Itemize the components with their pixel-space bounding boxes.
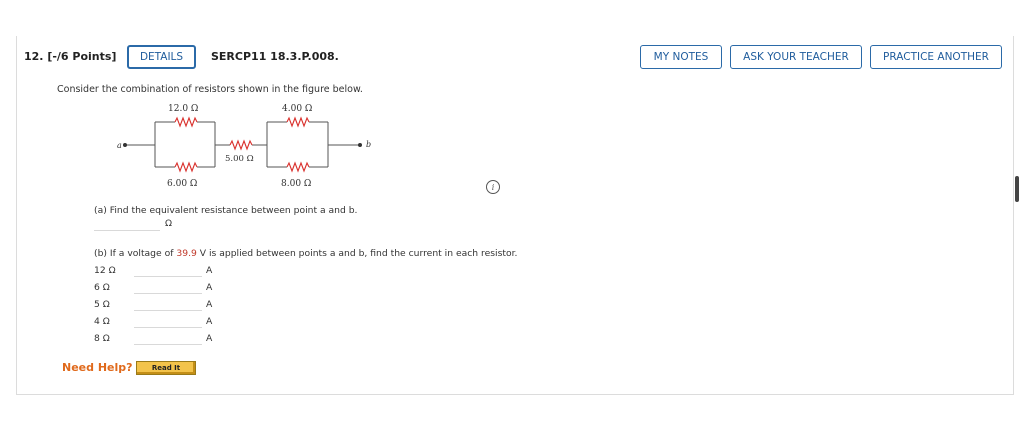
- resistor-label-4: 4 Ω: [94, 316, 110, 327]
- current-input-8[interactable]: [134, 344, 202, 345]
- part-b-suffix: V is applied between points a and b, fin…: [196, 248, 518, 259]
- read-it-button[interactable]: Read It: [136, 361, 196, 375]
- scrollbar-thumb[interactable]: [1015, 176, 1019, 202]
- current-input-4[interactable]: [134, 327, 202, 328]
- info-icon[interactable]: i: [486, 180, 500, 194]
- point-a-label: a: [117, 141, 122, 150]
- my-notes-button[interactable]: MY NOTES: [640, 45, 722, 69]
- resistor-5-symbol: [229, 139, 253, 151]
- current-unit-8: A: [206, 333, 213, 344]
- need-help-label: Need Help?: [62, 361, 133, 374]
- question-number: 12. [-/6 Points]: [24, 50, 117, 63]
- resistor-4-symbol: [286, 116, 310, 128]
- circuit-figure: 12.0 Ω 4.00 Ω 5.00 Ω 6.00 Ω 8.00 Ω a b: [117, 104, 371, 189]
- part-b-prefix: (b) If a voltage of: [94, 248, 177, 259]
- resistor-label-8: 8 Ω: [94, 333, 110, 344]
- r8-label: 8.00 Ω: [281, 179, 311, 189]
- r5-label: 5.00 Ω: [225, 154, 254, 164]
- resistor-12-symbol: [174, 116, 198, 128]
- r6-label: 6.00 Ω: [167, 179, 197, 189]
- part-b-voltage: 39.9: [176, 248, 197, 259]
- current-input-5[interactable]: [134, 310, 202, 311]
- problem-code: SERCP11 18.3.P.008.: [211, 50, 339, 63]
- details-button[interactable]: DETAILS: [127, 45, 196, 69]
- point-b-label: b: [366, 140, 371, 149]
- current-input-12[interactable]: [134, 276, 202, 277]
- resistor-label-6: 6 Ω: [94, 282, 110, 293]
- current-unit-12: A: [206, 265, 213, 276]
- current-input-6[interactable]: [134, 293, 202, 294]
- current-unit-6: A: [206, 282, 213, 293]
- part-a-question: (a) Find the equivalent resistance betwe…: [94, 205, 358, 216]
- part-b-question: (b) If a voltage of 39.9 V is applied be…: [94, 248, 517, 259]
- r4-label: 4.00 Ω: [282, 104, 312, 114]
- resistor-label-12: 12 Ω: [94, 265, 116, 276]
- problem-prompt: Consider the combination of resistors sh…: [57, 84, 363, 95]
- resistor-6-symbol: [174, 161, 198, 173]
- part-a-answer-input[interactable]: [94, 230, 160, 231]
- resistor-8-symbol: [286, 161, 310, 173]
- current-unit-5: A: [206, 299, 213, 310]
- r12-label: 12.0 Ω: [168, 104, 198, 114]
- resistor-label-5: 5 Ω: [94, 299, 110, 310]
- practice-another-button[interactable]: PRACTICE ANOTHER: [870, 45, 1002, 69]
- part-a-unit: Ω: [165, 218, 173, 229]
- current-unit-4: A: [206, 316, 213, 327]
- ask-teacher-button[interactable]: ASK YOUR TEACHER: [730, 45, 862, 69]
